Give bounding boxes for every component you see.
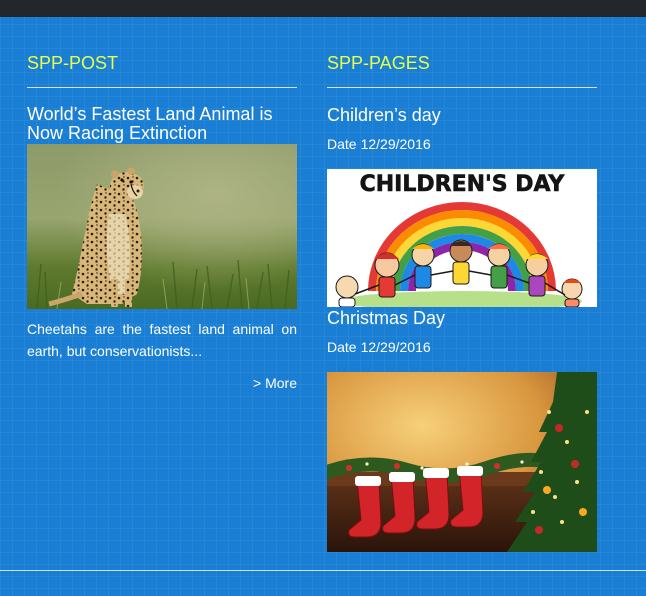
childrens-day-image[interactable]: CHILDREN'S DAY [327,169,597,307]
widget-divider [27,87,297,88]
footer-divider [0,570,646,571]
date-value: 12/29/2016 [360,136,431,152]
widget-title-spp-post: SPP-POST [27,53,119,73]
widget-title-spp-pages: SPP-PAGES [327,53,430,73]
widget-divider [327,87,597,88]
page-date: Date 12/29/2016 [327,135,597,153]
spp-pages-widget: SPP-PAGES Children’s day Date 12/29/2016 … [327,17,597,552]
cheetah-photo[interactable] [27,144,297,309]
date-label: Date [327,136,357,152]
childrens-day-banner-text: CHILDREN'S DAY [360,172,566,197]
more-link[interactable]: > More [27,374,297,392]
christmas-day-image[interactable] [327,372,597,552]
page-title-christmas-day[interactable]: Christmas Day [327,307,597,329]
date-value: 12/29/2016 [360,339,431,355]
page-date: Date 12/29/2016 [327,338,597,356]
top-bar [0,0,646,17]
post-title-link[interactable]: World’s Fastest Land Animal is Now Racin… [27,105,297,143]
page-title-childrens-day[interactable]: Children’s day [327,104,597,126]
post-excerpt: Cheetahs are the fastest land animal on … [27,321,297,359]
spp-post-widget: SPP-POST World’s Fastest Land Animal is … [27,17,297,392]
date-label: Date [327,339,357,355]
